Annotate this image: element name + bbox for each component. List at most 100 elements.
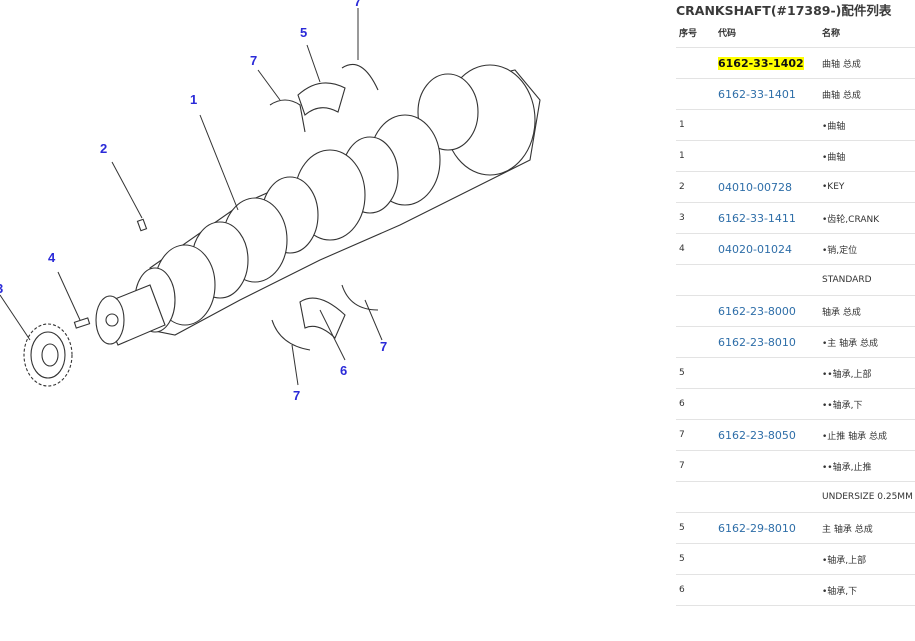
parts-list-panel: CRANKSHAFT(#17389-)配件列表 序号 代码 名称 6162-33…: [670, 0, 915, 641]
row-seq: [676, 326, 715, 358]
row-name: •曲轴: [819, 109, 915, 141]
table-row: 5 ••轴承,上部: [676, 357, 915, 389]
row-name: •齿轮,CRANK: [819, 202, 915, 234]
row-name: STANDARD: [819, 264, 915, 296]
row-seq: 2: [676, 171, 715, 203]
table-row: 2 04010-00728 •KEY: [676, 171, 915, 203]
row-name: •止推 轴承 总成: [819, 419, 915, 451]
thrust-bearing-7b[interactable]: [341, 63, 379, 91]
row-code-cell: [715, 388, 819, 420]
row-seq: 5: [676, 543, 715, 575]
row-seq: 4: [676, 233, 715, 265]
part-code-link[interactable]: 6162-33-1402: [718, 56, 804, 70]
row-code-cell: 04020-01024: [715, 233, 819, 265]
callout-4: 4: [48, 250, 56, 265]
row-name: ••轴承,上部: [819, 357, 915, 389]
lower-bearing-part-6[interactable]: [299, 297, 346, 339]
row-name: 曲轴 总成: [819, 78, 915, 110]
pin-part-4[interactable]: [73, 317, 91, 329]
row-name: ••轴承,下: [819, 388, 915, 420]
upper-bearing-part-5[interactable]: [297, 82, 346, 116]
table-row: 7 ••轴承,止推: [676, 450, 915, 482]
header-name: 名称: [819, 17, 915, 48]
crank-gear-part-3[interactable]: [23, 323, 73, 387]
row-code-cell: [715, 357, 819, 389]
callout-5: 5: [300, 25, 307, 40]
row-code-cell: [715, 140, 819, 172]
thrust-bearing-7a[interactable]: [269, 99, 306, 133]
row-name: •轴承,下: [819, 574, 915, 606]
header-seq: 序号: [676, 17, 715, 48]
part-code-link[interactable]: 04010-00728: [718, 181, 792, 194]
row-name: •主 轴承 总成: [819, 326, 915, 358]
row-code-cell: 04010-00728: [715, 171, 819, 203]
row-seq: 7: [676, 419, 715, 451]
row-name: •KEY: [819, 171, 915, 203]
crankshaft-exploded-view: 1 2 3 4 5 6 7 7 7 7: [0, 0, 541, 403]
part-code-link[interactable]: 6162-23-8000: [718, 305, 796, 318]
callout-7c: 7: [380, 339, 387, 354]
row-seq: 5: [676, 512, 715, 544]
row-code-cell: [715, 264, 819, 296]
key-part-2[interactable]: [136, 218, 148, 232]
table-row: 4 04020-01024 •销,定位: [676, 233, 915, 265]
table-row: 6162-23-8000 轴承 总成: [676, 295, 915, 327]
row-code-cell: [715, 543, 819, 575]
row-code-cell: 6162-29-8010: [715, 512, 819, 544]
callout-7b: 7: [250, 53, 257, 68]
table-row: 1 •曲轴: [676, 109, 915, 141]
row-code-cell: 6162-33-1401: [715, 78, 819, 110]
row-seq: 1: [676, 109, 715, 141]
row-name: •曲轴: [819, 140, 915, 172]
callout-2: 2: [100, 141, 107, 156]
thrust-bearing-7d[interactable]: [341, 284, 379, 311]
table-row: 6162-23-8010 •主 轴承 总成: [676, 326, 915, 358]
row-code-cell: 6162-23-8050: [715, 419, 819, 451]
callout-7a: 7: [354, 0, 361, 9]
row-code-cell: 6162-33-1411: [715, 202, 819, 234]
row-code-cell: [715, 481, 819, 513]
table-row: 6162-33-1402 曲轴 总成: [676, 47, 915, 79]
row-seq: [676, 295, 715, 327]
callout-1: 1: [190, 92, 197, 107]
table-row: 5 •轴承,上部: [676, 543, 915, 575]
row-code-cell: [715, 574, 819, 606]
table-row: 7 6162-23-8050 •止推 轴承 总成: [676, 419, 915, 451]
row-seq: 1: [676, 140, 715, 172]
part-code-link[interactable]: 6162-33-1401: [718, 88, 796, 101]
callout-7d: 7: [293, 388, 300, 403]
part-code-link[interactable]: 6162-33-1411: [718, 212, 796, 225]
table-row: 6 ••轴承,下: [676, 388, 915, 420]
row-seq: 7: [676, 450, 715, 482]
row-code-cell: 6162-23-8010: [715, 326, 819, 358]
row-seq: 6: [676, 388, 715, 420]
part-code-link[interactable]: 6162-29-8010: [718, 522, 796, 535]
row-seq: [676, 481, 715, 513]
row-seq: 3: [676, 202, 715, 234]
row-code-cell: 6162-23-8000: [715, 295, 819, 327]
row-code-cell: [715, 450, 819, 482]
parts-diagram: 1 2 3 4 5 6 7 7 7 7: [0, 0, 670, 641]
row-seq: 6: [676, 574, 715, 606]
row-name: UNDERSIZE 0.25MM: [819, 481, 915, 513]
row-code-cell: [715, 109, 819, 141]
row-name: 轴承 总成: [819, 295, 915, 327]
part-code-link[interactable]: 6162-23-8010: [718, 336, 796, 349]
table-row: 6162-33-1401 曲轴 总成: [676, 78, 915, 110]
parts-table: 序号 代码 名称 6162-33-1402 曲轴 总成 6162-33-1401 曲轴…: [676, 17, 915, 606]
part-code-link[interactable]: 6162-23-8050: [718, 429, 796, 442]
callout-3: 3: [0, 281, 3, 296]
row-seq: [676, 47, 715, 79]
row-name: 曲轴 总成: [819, 47, 915, 79]
row-seq: 5: [676, 357, 715, 389]
part-code-link[interactable]: 04020-01024: [718, 243, 792, 256]
callout-6: 6: [340, 363, 347, 378]
table-row: 3 6162-33-1411 •齿轮,CRANK: [676, 202, 915, 234]
row-seq: [676, 264, 715, 296]
table-row: STANDARD: [676, 264, 915, 296]
row-code-cell: 6162-33-1402: [715, 47, 819, 79]
table-header-row: 序号 代码 名称: [676, 17, 915, 48]
header-code: 代码: [715, 17, 819, 48]
row-name: •轴承,上部: [819, 543, 915, 575]
table-row: 1 •曲轴: [676, 140, 915, 172]
